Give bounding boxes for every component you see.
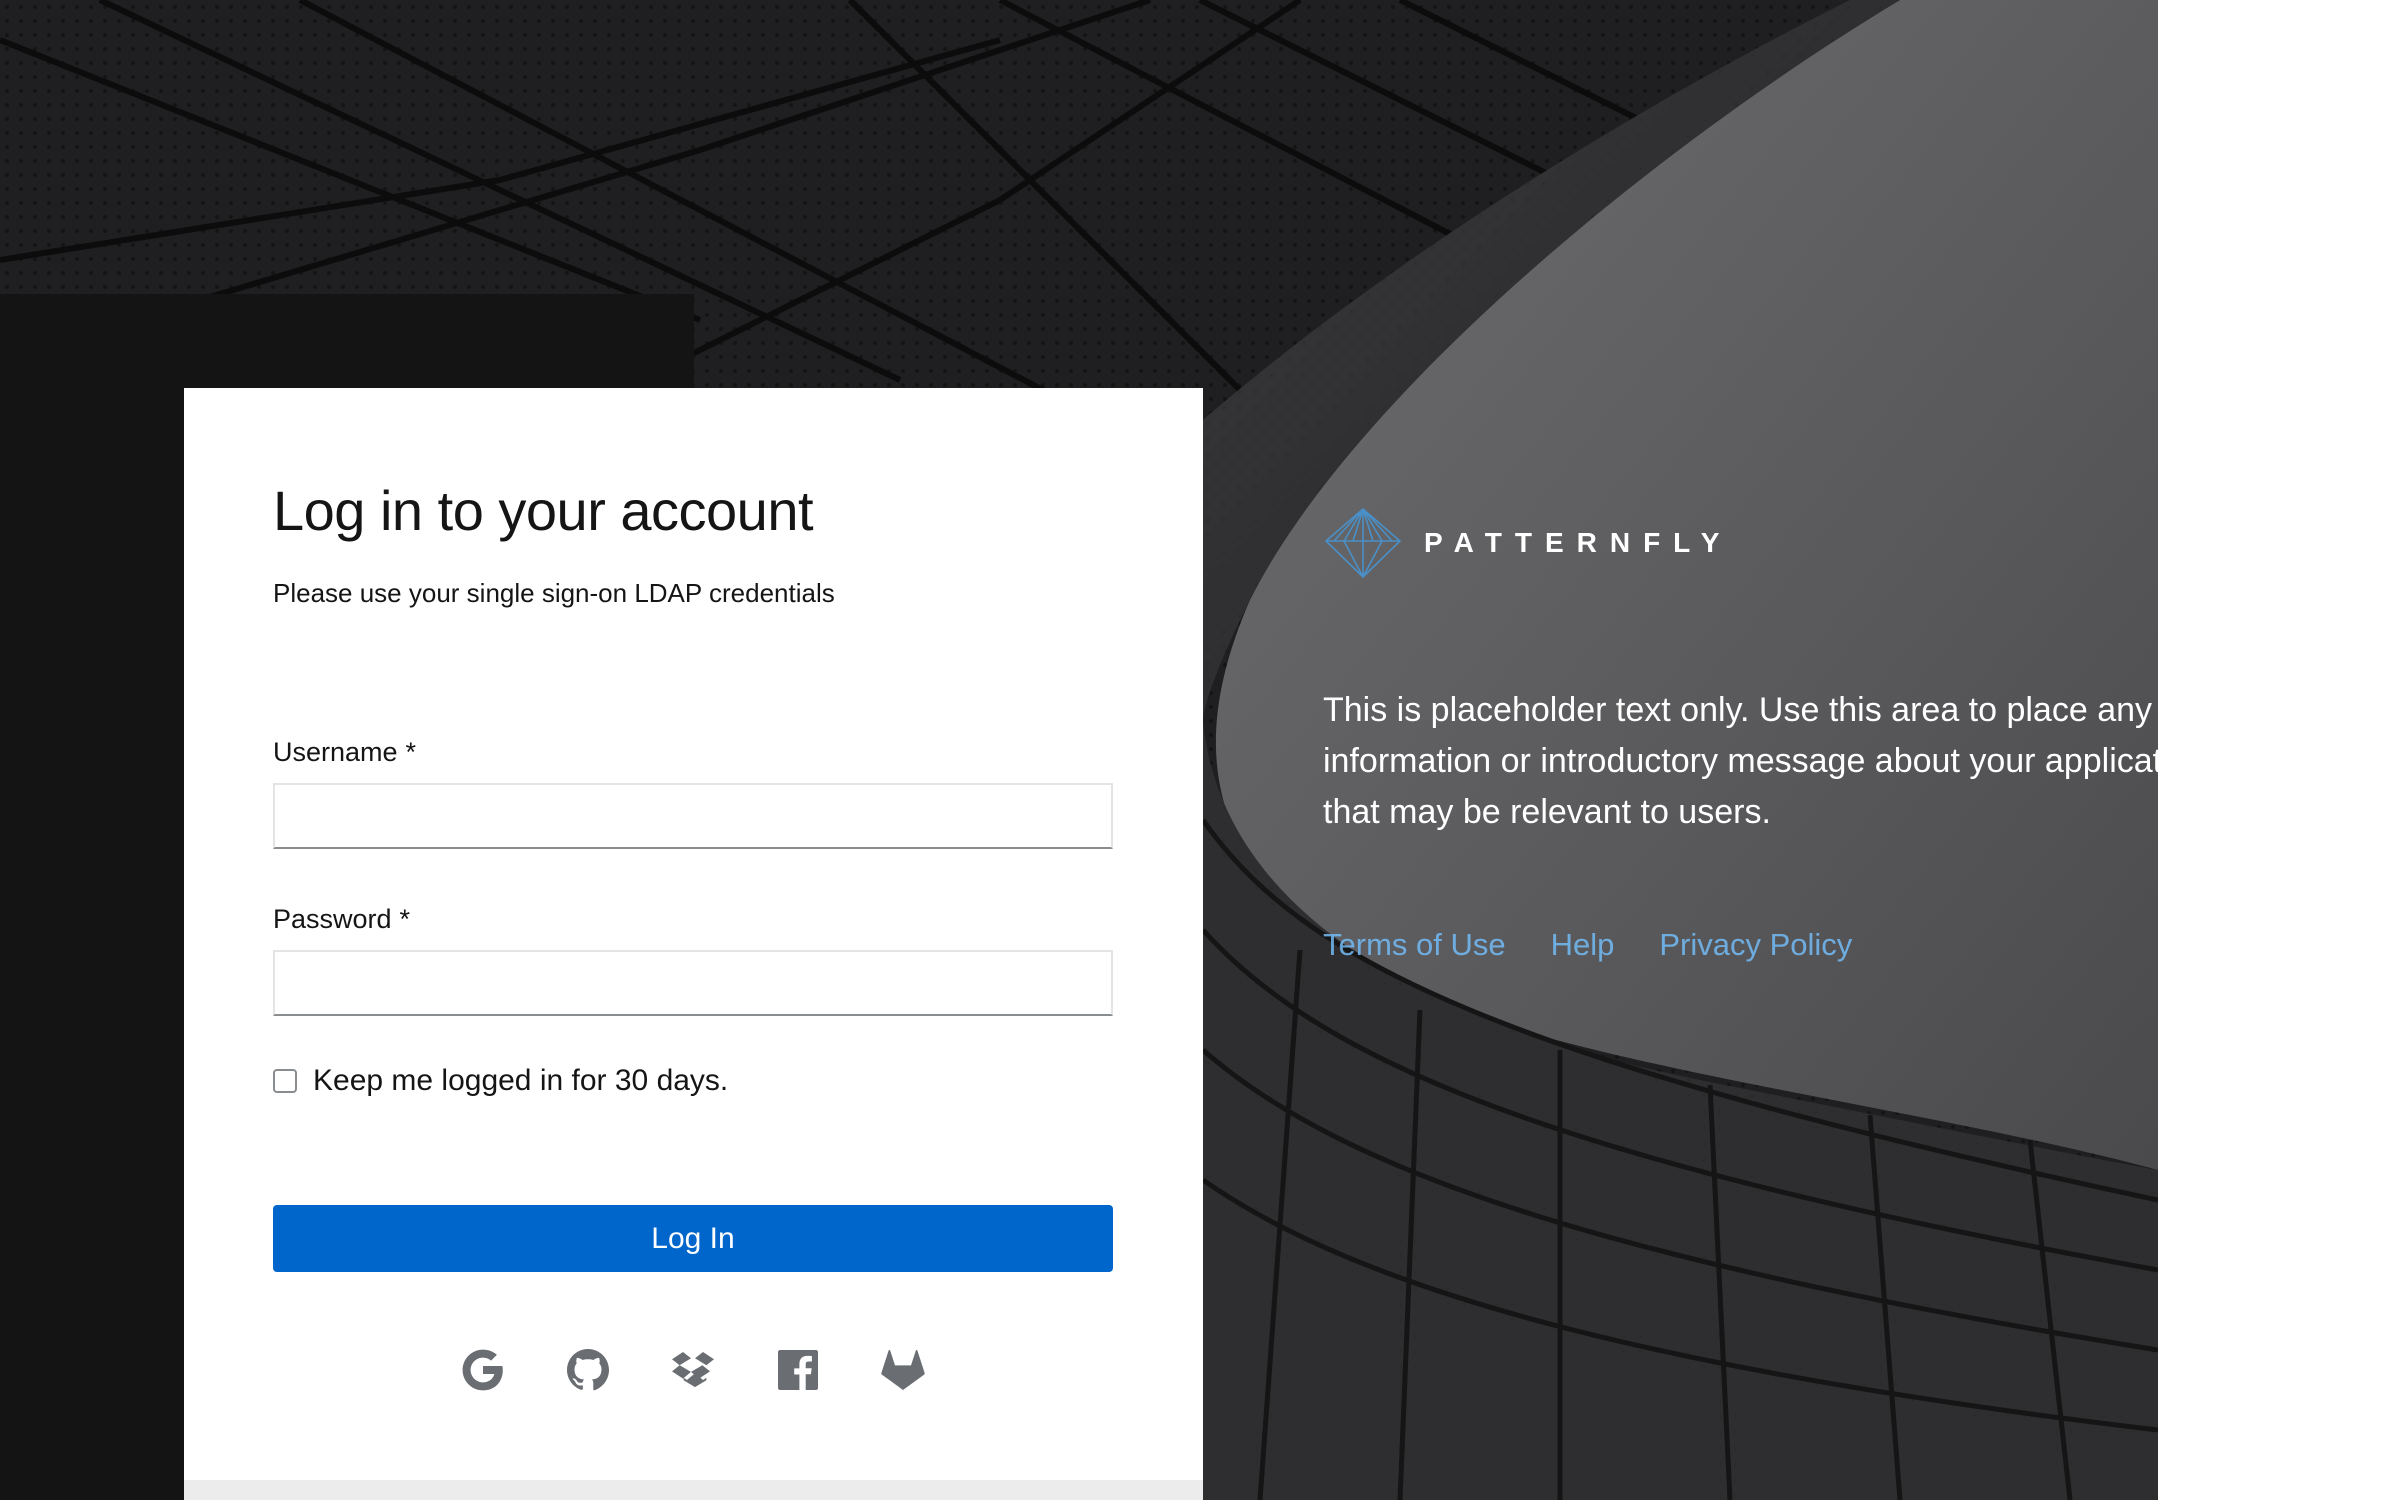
help-link[interactable]: Help [1551,927,1615,963]
github-icon[interactable] [564,1346,612,1394]
login-page: Log in to your account Please use your s… [0,0,2158,1500]
remember-me-checkbox[interactable] [273,1069,297,1093]
required-marker: * [405,737,417,767]
login-card: Log in to your account Please use your s… [184,388,1203,1500]
brand: PATTERNFLY [1322,505,1732,581]
required-marker: * [399,904,411,934]
brand-name: PATTERNFLY [1424,527,1733,558]
username-label-text: Username [273,737,398,767]
log-in-button[interactable]: Log In [273,1205,1113,1272]
dropbox-icon[interactable] [669,1346,717,1394]
login-subtitle: Please use your single sign-on LDAP cred… [273,578,835,608]
remember-me-label[interactable]: Keep me logged in for 30 days. [313,1064,728,1098]
terms-of-use-link[interactable]: Terms of Use [1323,927,1506,963]
username-label: Username * [273,737,416,768]
intro-line: information or introductory message abou… [1323,742,2158,780]
intro-line: This is placeholder text only. Use this … [1323,691,2153,729]
intro-line: that may be relevant to users. [1323,793,1771,831]
remember-me-row[interactable]: Keep me logged in for 30 days. [273,1064,728,1098]
password-label: Password * [273,904,410,935]
card-footer [184,1480,1203,1500]
facebook-icon[interactable] [774,1346,822,1394]
patternfly-logo-icon [1324,507,1402,579]
password-input[interactable] [273,950,1113,1016]
intro-text: This is placeholder text only. Use this … [1323,685,2158,838]
social-login-list [459,1346,927,1394]
google-icon[interactable] [459,1346,507,1394]
gitlab-icon[interactable] [879,1346,927,1394]
username-input[interactable] [273,783,1113,849]
page-title: Log in to your account [273,479,814,542]
privacy-policy-link[interactable]: Privacy Policy [1659,927,1852,963]
password-label-text: Password [273,904,392,934]
footer-links: Terms of Use Help Privacy Policy [1323,927,1852,963]
